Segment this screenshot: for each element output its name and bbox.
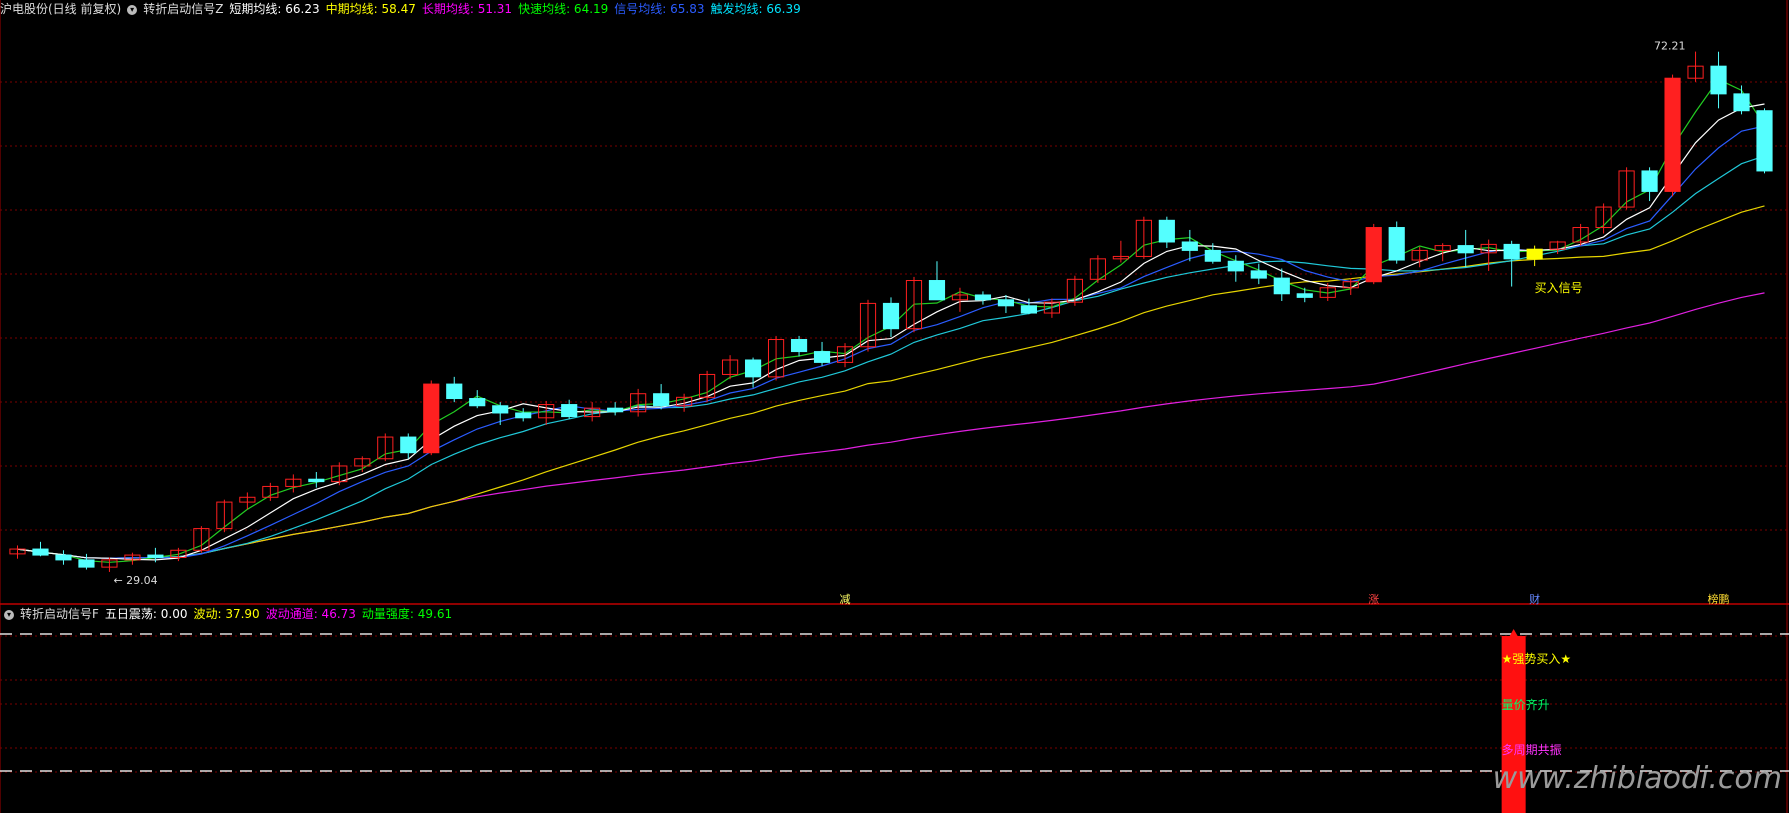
candle-body [561,404,578,418]
strong-buy-arrow [1509,629,1518,636]
candle-body [515,412,532,419]
ma-mid-line [17,205,1765,559]
main-header-item: 短期均线: 66.23 [229,2,320,16]
sub-indicator-name[interactable]: 转折启动信号F [20,607,99,621]
candle-body [1181,241,1198,251]
candle-body [1158,219,1175,243]
sub-header-item: 动量强度: 49.61 [361,607,453,621]
sub-header-item: 波动通道: 46.73 [265,607,356,621]
candle-body [1365,227,1382,283]
candle-body [1227,260,1244,272]
candle-body [1756,110,1773,172]
candle-body [1641,170,1658,192]
event-marker: 榜鹏 [1708,592,1730,606]
low-price-label: ← 29.04 [113,574,157,587]
candle-body [492,405,509,414]
candle-body [423,383,440,454]
candle-body [1526,248,1543,260]
buy-signal-label: 买入信号 [1535,281,1583,295]
ma-signal-line [17,125,1765,559]
main-header-item: 触发均线: 66.39 [710,2,801,16]
candle-body [1020,305,1038,314]
chart-window: 72.21 ← 29.04 买入信号减 涨 财 榜鹏 ★强势买入★ 量价齐升多周期共振 www.… [0,0,1789,813]
sub-chart-header: ▾ 转折启动信号F 五日震荡: 0.00 波动: 37.90 波动通道: 46.73 动量… [0,607,464,621]
candle-body [1664,77,1681,192]
event-marker: 涨 [1368,593,1379,606]
candle-body [32,548,49,556]
candle-body [974,294,992,301]
sub-header-item: 五日震荡: 0.00 [104,607,188,621]
candle-body [1296,293,1313,298]
candle-body [1710,65,1727,95]
candle-body [78,559,95,568]
candle-body [997,299,1015,307]
candle-body [308,478,325,483]
multi-cycle-label: 多周期共振 [1502,743,1562,757]
candle-body [400,436,417,454]
symbol-label: 沪电股份(日线 前复权) [0,2,122,16]
watermark-text: www.zhibiaodi.com [1493,761,1782,796]
candle-body [1204,249,1221,262]
main-header-item: 长期均线: 51.31 [421,2,513,16]
indicator-menu-icon[interactable]: ▾ [127,4,138,15]
candle-body [607,407,624,413]
candle-body [813,351,831,363]
main-header-item: 中期均线: 58.47 [325,2,416,16]
strong-buy-label: ★强势买入★ [1502,652,1572,666]
candle-body [790,339,808,353]
indicator-name[interactable]: 转折启动信号Z [143,2,223,16]
candle-body [1733,93,1750,112]
ma-trigger-line [17,155,1765,559]
sub-indicator-menu-icon[interactable]: ▾ [4,609,14,620]
candle-body [1273,277,1290,295]
chart-canvas: 72.21 ← 29.04 买入信号减 涨 财 榜鹏 ★强势买入★ 量价齐升多周期共振 www.… [0,0,1789,813]
event-marker: 减 [840,593,851,606]
high-price-label: 72.21 [1654,40,1686,53]
candle-body [882,302,900,330]
candle-body [653,393,670,407]
candle-body [744,359,762,378]
volume-price-label: 量价齐升 [1502,697,1550,712]
event-marker: 财 [1529,592,1540,606]
sub-header-item: 波动: 37.90 [193,607,260,621]
candle-body [469,398,486,407]
main-chart-header: 沪电股份(日线 前复权) ▾ 转折启动信号Z 短期均线: 66.23 中期均线: 58.… [0,2,813,16]
candle-body [928,280,946,301]
candle-body [147,554,164,558]
candle-body [1457,245,1474,254]
main-header-item: 快速均线: 64.19 [518,2,609,16]
candle-body [55,554,72,561]
candle-body [1503,243,1520,260]
main-header-item: 信号均线: 65.83 [614,2,705,16]
candle-body [446,383,463,400]
candle-body [1388,227,1405,261]
candle-body [1250,270,1267,279]
